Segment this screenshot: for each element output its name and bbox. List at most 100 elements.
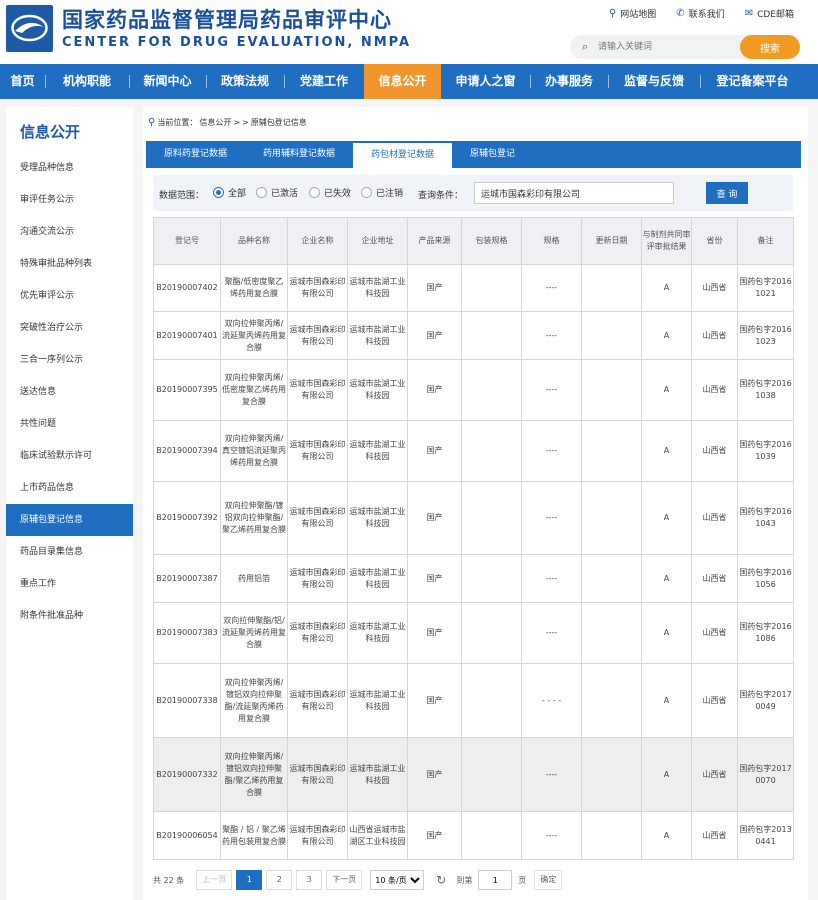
cell-spec: ---- (521, 554, 582, 603)
cell-product-name: 双向拉伸聚丙烯/镀铝双向拉伸聚酯/流延聚丙烯药用复合膜 (220, 663, 288, 738)
cell-company-address: 山西省运城市盐湖区工业科技园 (347, 811, 408, 860)
tab-bar: 原料药登记数据 药用辅料登记数据 药包材登记数据 原辅包登记 (146, 141, 801, 168)
confirm-jump-button[interactable]: 确定 (534, 870, 563, 890)
search-button[interactable]: 搜索 (740, 35, 800, 59)
radio-active[interactable]: 已激活 (256, 186, 298, 199)
cell-company-name: 运城市国森彩印有限公司 (287, 663, 348, 738)
radio-expired[interactable]: 已失效 (309, 186, 351, 199)
sidebar-item[interactable]: 送达信息 (6, 376, 133, 408)
cell-update-date (581, 811, 642, 860)
location-pin-icon: ⚲ (608, 8, 617, 19)
cell-update-date (581, 737, 642, 812)
nav-policy[interactable]: 政策法规 (206, 64, 284, 99)
nav-info-public[interactable]: 信息公开 (364, 64, 441, 99)
col-header: 登记号 (153, 217, 221, 265)
sidebar-item[interactable]: 附条件批准品种 (6, 600, 133, 632)
radio-cancelled[interactable]: 已注销 (361, 186, 403, 199)
cell-reg-no[interactable]: B20190007332 (153, 737, 221, 812)
sidebar-item[interactable]: 共性问题 (6, 408, 133, 440)
cell-spec: ---- (521, 264, 582, 312)
query-input[interactable] (474, 182, 674, 204)
cell-reg-no[interactable]: B20190006054 (153, 811, 221, 860)
cell-reg-no[interactable]: B20190007401 (153, 311, 221, 360)
page-button-2[interactable]: 2 (266, 870, 293, 890)
cell-spec: ---- (521, 811, 582, 860)
cell-remark: 国药包字20170070 (737, 737, 794, 812)
cell-reg-no[interactable]: B20190007395 (153, 359, 221, 421)
radio-all[interactable]: 全部 (213, 186, 246, 199)
cde-logo[interactable] (6, 5, 53, 52)
page-button-1[interactable]: 1 (236, 870, 263, 890)
sidebar-item[interactable]: 突破性治疗公示 (6, 312, 133, 344)
page-button-3[interactable]: 3 (296, 870, 323, 890)
page-size-select[interactable]: 10 条/页 (370, 870, 425, 890)
nav-home[interactable]: 首页 (0, 64, 45, 99)
cell-spec: ---- (521, 602, 582, 664)
breadcrumb-link[interactable]: 信息公开 (199, 117, 231, 128)
cell-origin: 国产 (407, 481, 462, 555)
main-nav: 首页 机构职能 新闻中心 政策法规 党建工作 信息公开 申请人之窗 办事服务 监… (0, 64, 818, 99)
cell-province: 山西省 (691, 663, 738, 738)
tab-packaging-data[interactable]: 药包材登记数据 (353, 141, 453, 168)
cell-spec: ---- (521, 737, 582, 812)
cell-review-result: A (641, 663, 692, 738)
sidebar-item[interactable]: 三合一序列公示 (6, 344, 133, 376)
prev-page-button[interactable]: 上一页 (196, 870, 233, 890)
cell-remark: 国药包字20161021 (737, 264, 794, 312)
sidebar-item[interactable]: 审评任务公示 (6, 184, 133, 216)
tab-registration[interactable]: 原辅包登记 (452, 141, 533, 168)
cell-update-date (581, 359, 642, 421)
goto-page-input[interactable] (478, 870, 513, 890)
cell-province: 山西省 (691, 420, 738, 482)
nav-applicant[interactable]: 申请人之窗 (441, 64, 530, 99)
nav-registration[interactable]: 登记备案平台 (700, 64, 805, 99)
sidebar-item[interactable]: 受理品种信息 (6, 152, 133, 184)
location-pin-icon: ⚲ (148, 117, 156, 128)
radio-icon (361, 187, 372, 198)
cell-product-name: 药用铝箔 (220, 554, 288, 603)
nav-feedback[interactable]: 监督与反馈 (608, 64, 700, 99)
search-input[interactable] (598, 39, 738, 55)
cell-reg-no[interactable]: B20190007387 (153, 554, 221, 603)
nav-functions[interactable]: 机构职能 (45, 64, 129, 99)
query-button[interactable]: 查 询 (706, 182, 748, 204)
cell-origin: 国产 (407, 420, 462, 482)
sidebar-item[interactable]: 临床试验默示许可 (6, 440, 133, 472)
col-header: 与制剂共同审评审批结果 (641, 217, 692, 265)
cell-product-name: 双向拉伸聚丙烯/真空镀铝流延聚丙烯药用复合膜 (220, 420, 288, 482)
cell-company-address: 运城市盐湖工业科技园 (347, 420, 408, 482)
sidebar-item[interactable]: 上市药品信息 (6, 472, 133, 504)
contact-link[interactable]: ✆ 联系我们 (676, 7, 724, 20)
next-page-button[interactable]: 下一页 (326, 870, 363, 890)
cell-origin: 国产 (407, 737, 462, 812)
cell-reg-no[interactable]: B20190007383 (153, 602, 221, 664)
nav-party[interactable]: 党建工作 (284, 64, 364, 99)
nav-news[interactable]: 新闻中心 (129, 64, 206, 99)
col-header: 规格 (521, 217, 582, 265)
cell-company-name: 运城市国森彩印有限公司 (287, 359, 348, 421)
sitemap-link[interactable]: ⚲ 网站地图 (609, 7, 656, 20)
sidebar-item[interactable]: 特殊审批品种列表 (6, 248, 133, 280)
cell-reg-no[interactable]: B20190007338 (153, 663, 221, 738)
cell-review-result: A (641, 264, 692, 312)
cell-reg-no[interactable]: B20190007394 (153, 420, 221, 482)
cell-package-spec (461, 420, 522, 482)
cell-remark: 国药包字20161039 (737, 420, 794, 482)
cell-spec: ---- (521, 420, 582, 482)
sidebar-item[interactable]: 优先审评公示 (6, 280, 133, 312)
tab-excipient-data[interactable]: 药用辅料登记数据 (245, 141, 353, 168)
cell-company-address: 运城市盐湖工业科技园 (347, 602, 408, 664)
sidebar-item[interactable]: 药品目录集信息 (6, 536, 133, 568)
cell-spec: ---- (521, 311, 582, 360)
cell-reg-no[interactable]: B20190007392 (153, 481, 221, 555)
email-link[interactable]: ✉ CDE邮箱 (745, 7, 794, 20)
nav-services[interactable]: 办事服务 (530, 64, 608, 99)
tab-api-data[interactable]: 原料药登记数据 (146, 141, 245, 168)
cell-review-result: A (641, 359, 692, 421)
refresh-icon[interactable]: ↻ (436, 873, 446, 887)
cell-package-spec (461, 359, 522, 421)
sidebar-item[interactable]: 重点工作 (6, 568, 133, 600)
sidebar-item[interactable]: 沟通交流公示 (6, 216, 133, 248)
cell-reg-no[interactable]: B20190007402 (153, 264, 221, 312)
sidebar-item-active[interactable]: 原辅包登记信息 (6, 504, 133, 536)
